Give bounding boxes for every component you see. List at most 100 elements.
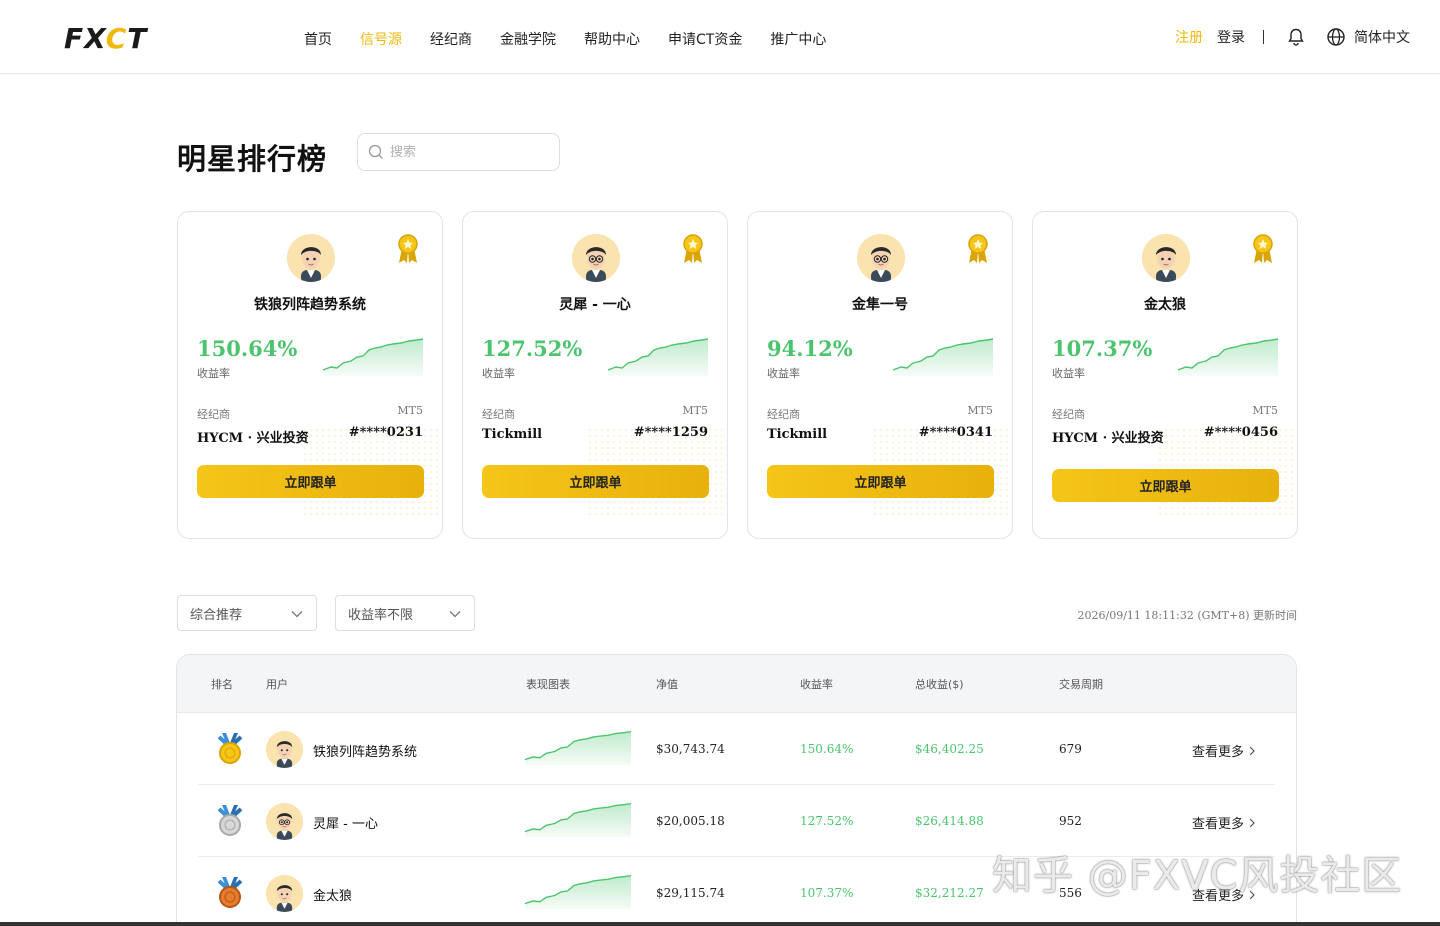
card-account-number: #****0341 bbox=[918, 425, 993, 440]
award-ribbon-icon bbox=[1251, 234, 1275, 264]
nav-apply-funds[interactable]: 申请CT资金 bbox=[668, 29, 742, 49]
header-rank: 排名 bbox=[211, 678, 233, 691]
search-box[interactable] bbox=[357, 133, 560, 171]
chevron-right-icon bbox=[1249, 818, 1256, 828]
card-return-label: 收益率 bbox=[767, 367, 800, 380]
card-performance-chart bbox=[892, 336, 994, 376]
award-ribbon-icon bbox=[681, 234, 705, 264]
gold-medal-icon bbox=[214, 731, 246, 765]
star-card[interactable]: 金太狼 107.37% 收益率 经纪商 MT5 HYCM · 兴业投资 #****0456 立… bbox=[1032, 211, 1298, 539]
row-performance-chart bbox=[524, 801, 632, 837]
chevron-down-icon bbox=[449, 611, 461, 618]
card-return-rate: 107.37% bbox=[1052, 336, 1153, 361]
fxct-logo[interactable]: FXCT bbox=[64, 22, 147, 55]
page-title: 明星排行榜 bbox=[177, 142, 328, 176]
follow-now-button[interactable]: 立即跟单 bbox=[197, 465, 424, 498]
language-selector[interactable]: 简体中文 bbox=[1354, 27, 1410, 47]
nav-help[interactable]: 帮助中心 bbox=[584, 29, 640, 49]
nav-home[interactable]: 首页 bbox=[304, 29, 332, 49]
card-broker-label: 经纪商 bbox=[482, 408, 515, 421]
card-broker-name: Tickmill bbox=[482, 427, 543, 442]
avatar bbox=[287, 234, 335, 282]
card-account-number: #****1259 bbox=[633, 425, 708, 440]
view-more-link[interactable]: 查看更多 bbox=[1192, 741, 1256, 760]
avatar bbox=[266, 803, 303, 840]
nav-academy[interactable]: 金融学院 bbox=[500, 29, 556, 49]
follow-now-button[interactable]: 立即跟单 bbox=[482, 465, 709, 498]
card-trader-name: 灵犀 - 一心 bbox=[559, 297, 631, 313]
watermark: 知乎 @FXVC风投社区 bbox=[992, 853, 1403, 899]
row-return-rate: 150.64% bbox=[800, 742, 854, 756]
table-header: 排名 用户 表现图表 净值 收益率 总收益($) 交易周期 bbox=[177, 655, 1296, 713]
header-return: 收益率 bbox=[800, 678, 833, 691]
card-platform: MT5 bbox=[397, 404, 423, 417]
follow-now-button[interactable]: 立即跟单 bbox=[767, 465, 994, 498]
card-broker-name: HYCM · 兴业投资 bbox=[1052, 431, 1164, 446]
star-card[interactable]: 铁狼列阵趋势系统 150.64% 收益率 经纪商 MT5 HYCM · 兴业投资 #****… bbox=[177, 211, 443, 539]
row-trading-period: 952 bbox=[1059, 814, 1082, 828]
sort-select-value: 综合推荐 bbox=[190, 607, 243, 623]
row-total-profit: $26,414.88 bbox=[915, 814, 984, 828]
view-more-label: 查看更多 bbox=[1192, 817, 1245, 832]
follow-now-button[interactable]: 立即跟单 bbox=[1052, 469, 1279, 502]
top-header: FXCT 首页 信号源 经纪商 金融学院 帮助中心 申请CT资金 推广中心 注册… bbox=[0, 0, 1440, 74]
row-total-profit: $32,212.27 bbox=[915, 886, 984, 900]
header-profit: 总收益($) bbox=[915, 678, 964, 691]
main-nav: 首页 信号源 经纪商 金融学院 帮助中心 申请CT资金 推广中心 bbox=[304, 29, 826, 49]
chevron-down-icon bbox=[291, 611, 303, 618]
row-net-value: $20,005.18 bbox=[656, 814, 725, 828]
chevron-right-icon bbox=[1249, 746, 1256, 756]
view-more-label: 查看更多 bbox=[1192, 745, 1245, 760]
card-return-label: 收益率 bbox=[482, 367, 515, 380]
sort-select[interactable]: 综合推荐 bbox=[177, 595, 317, 631]
table-row[interactable]: 铁狼列阵趋势系统 $30,743.74 150.64% $46,402.25 679 查看… bbox=[198, 713, 1275, 785]
card-account-number: #****0456 bbox=[1203, 425, 1278, 440]
card-broker-label: 经纪商 bbox=[1052, 408, 1085, 421]
card-broker-label: 经纪商 bbox=[767, 408, 800, 421]
avatar bbox=[857, 234, 905, 282]
login-link[interactable]: 登录 bbox=[1217, 27, 1245, 47]
header-nav: 净值 bbox=[656, 678, 678, 691]
update-time: 2026/09/11 18:11:32 (GMT+8) 更新时间 bbox=[1077, 609, 1297, 622]
header-chart: 表现图表 bbox=[526, 678, 570, 691]
card-return-rate: 94.12% bbox=[767, 336, 853, 361]
card-broker-label: 经纪商 bbox=[197, 408, 230, 421]
bronze-medal-icon bbox=[214, 875, 246, 909]
row-performance-chart bbox=[524, 873, 632, 909]
view-more-link[interactable]: 查看更多 bbox=[1192, 813, 1256, 832]
card-platform: MT5 bbox=[1252, 404, 1278, 417]
avatar bbox=[266, 731, 303, 768]
return-filter-select[interactable]: 收益率不限 bbox=[335, 595, 475, 631]
card-performance-chart bbox=[1177, 336, 1279, 376]
row-total-profit: $46,402.25 bbox=[915, 742, 984, 756]
card-broker-name: HYCM · 兴业投资 bbox=[197, 431, 309, 446]
card-broker-name: Tickmill bbox=[767, 427, 828, 442]
card-trader-name: 金太狼 bbox=[1144, 297, 1186, 313]
nav-promotion[interactable]: 推广中心 bbox=[770, 29, 826, 49]
bell-icon[interactable] bbox=[1286, 27, 1306, 47]
star-card[interactable]: 金隼一号 94.12% 收益率经纪商 MT5 Tickmill #****0341 立即跟单 bbox=[747, 211, 1013, 539]
award-ribbon-icon bbox=[396, 234, 420, 264]
star-card[interactable]: 灵犀 - 一心 127.52% 收益率 经纪商 MT5 Tickmill #****1259… bbox=[462, 211, 728, 539]
return-filter-value: 收益率不限 bbox=[348, 607, 414, 623]
globe-icon[interactable] bbox=[1326, 27, 1346, 47]
search-input[interactable] bbox=[390, 144, 550, 160]
row-user-name[interactable]: 金太狼 bbox=[313, 885, 352, 904]
nav-brokers[interactable]: 经纪商 bbox=[430, 29, 472, 49]
nav-signals[interactable]: 信号源 bbox=[360, 29, 402, 49]
row-user-name[interactable]: 铁狼列阵趋势系统 bbox=[313, 741, 417, 760]
divider bbox=[1263, 30, 1264, 44]
silver-medal-icon bbox=[214, 803, 246, 837]
register-link[interactable]: 注册 bbox=[1175, 27, 1203, 47]
row-user-name[interactable]: 灵犀 - 一心 bbox=[313, 813, 378, 832]
header-actions: 注册 登录 简体中文 bbox=[1175, 27, 1410, 47]
card-platform: MT5 bbox=[682, 404, 708, 417]
bottom-border bbox=[0, 922, 1440, 926]
header-period: 交易周期 bbox=[1059, 678, 1103, 691]
card-platform: MT5 bbox=[967, 404, 993, 417]
card-trader-name: 金隼一号 bbox=[852, 297, 908, 313]
row-trading-period: 679 bbox=[1059, 742, 1082, 756]
row-net-value: $29,115.74 bbox=[656, 886, 725, 900]
row-net-value: $30,743.74 bbox=[656, 742, 725, 756]
award-ribbon-icon bbox=[966, 234, 990, 264]
